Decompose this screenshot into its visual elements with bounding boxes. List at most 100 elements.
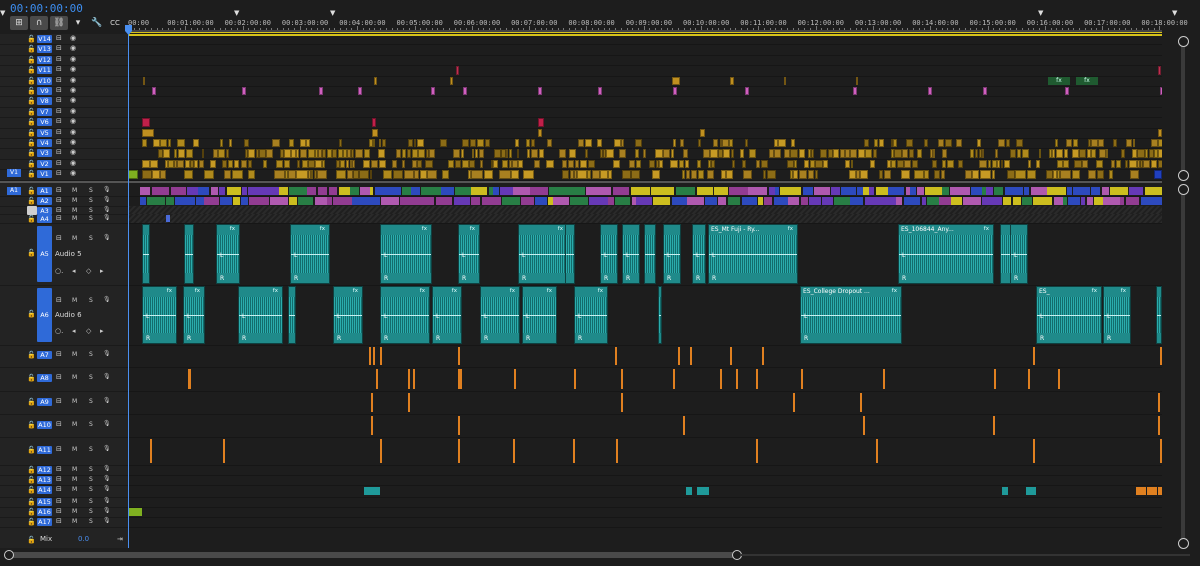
video-clip[interactable] bbox=[299, 139, 306, 148]
video-clip[interactable] bbox=[983, 87, 987, 96]
audio-clip-short[interactable] bbox=[686, 487, 692, 495]
prev-keyframe-icon[interactable]: ◂ bbox=[72, 327, 76, 335]
video-clip[interactable] bbox=[322, 149, 327, 158]
sync-lock-icon[interactable]: ⊟ bbox=[56, 497, 62, 505]
audio-clip-sfx[interactable] bbox=[408, 369, 410, 389]
video-clip[interactable] bbox=[395, 149, 401, 158]
video-clip[interactable] bbox=[982, 149, 985, 158]
audio-clip-sfx[interactable] bbox=[373, 347, 375, 365]
audio-clip[interactable]: ES_ fx L R bbox=[1036, 286, 1102, 344]
video-clip[interactable] bbox=[600, 170, 608, 179]
video-clip[interactable] bbox=[591, 170, 600, 179]
track-target-toggle[interactable]: A5 bbox=[37, 226, 52, 282]
audio-clip-strip[interactable] bbox=[585, 187, 601, 195]
video-clip[interactable] bbox=[352, 159, 355, 169]
video-clip[interactable] bbox=[791, 139, 796, 148]
video-clip[interactable] bbox=[584, 149, 589, 158]
solo-button[interactable]: S bbox=[89, 235, 93, 242]
audio-clip[interactable] bbox=[658, 286, 662, 344]
mute-button[interactable]: M bbox=[72, 197, 77, 204]
video-clip[interactable] bbox=[338, 139, 342, 148]
audio-clip-sfx[interactable] bbox=[863, 416, 865, 435]
video-clip[interactable] bbox=[722, 139, 729, 148]
playhead-timecode[interactable]: 00:00:00:00 bbox=[10, 2, 83, 15]
audio-clip-strip[interactable] bbox=[170, 187, 186, 195]
video-clip[interactable] bbox=[786, 159, 794, 169]
audio-clip[interactable]: LR bbox=[600, 224, 618, 284]
video-clip[interactable] bbox=[567, 159, 575, 169]
track-target-toggle[interactable]: V10 bbox=[37, 76, 52, 85]
solo-button[interactable]: S bbox=[89, 466, 93, 473]
audio-clip-strip[interactable] bbox=[614, 197, 622, 205]
video-clip[interactable] bbox=[814, 170, 818, 179]
video-clip[interactable] bbox=[538, 149, 545, 158]
audio-clip-sfx[interactable] bbox=[736, 369, 738, 389]
audio-clip-sfx[interactable] bbox=[413, 369, 415, 389]
track-target-toggle[interactable]: V6 bbox=[37, 118, 52, 127]
audio-clip-strip[interactable] bbox=[317, 187, 328, 195]
voiceover-mic-icon[interactable]: 🎙 bbox=[103, 420, 111, 427]
audio-clip-sfx[interactable] bbox=[1033, 347, 1035, 365]
video-clip[interactable] bbox=[516, 149, 519, 158]
sync-lock-icon[interactable]: ⊟ bbox=[56, 55, 62, 63]
solo-button[interactable]: S bbox=[89, 498, 93, 505]
audio-clip[interactable]: LR bbox=[622, 224, 640, 284]
video-clip[interactable] bbox=[1132, 139, 1135, 148]
video-clip[interactable] bbox=[460, 149, 465, 158]
next-keyframe-icon[interactable]: ▸ bbox=[100, 267, 104, 275]
video-clip[interactable] bbox=[865, 149, 873, 158]
eye-icon[interactable]: ◉ bbox=[70, 44, 76, 52]
video-clip[interactable] bbox=[518, 159, 524, 169]
video-clip[interactable] bbox=[461, 159, 469, 169]
keyframe-options-icon[interactable]: ○. bbox=[55, 327, 63, 335]
video-clip[interactable] bbox=[845, 149, 850, 158]
video-clip[interactable] bbox=[299, 149, 308, 158]
eye-icon[interactable]: ◉ bbox=[70, 96, 76, 104]
video-clip[interactable] bbox=[760, 159, 769, 169]
video-clip[interactable] bbox=[979, 159, 987, 169]
track-target-toggle[interactable]: A16 bbox=[37, 508, 52, 516]
video-clip[interactable] bbox=[916, 149, 923, 158]
video-clip[interactable] bbox=[511, 170, 520, 179]
video-clip[interactable] bbox=[619, 149, 627, 158]
video-clip[interactable] bbox=[369, 170, 373, 179]
voiceover-mic-icon[interactable]: 🎙 bbox=[103, 465, 111, 472]
video-clip[interactable] bbox=[957, 159, 963, 169]
audio-vscroll-bottom[interactable] bbox=[1178, 538, 1189, 549]
solo-button[interactable]: S bbox=[89, 207, 93, 214]
audio-clip-strip[interactable] bbox=[857, 187, 863, 195]
video-clip[interactable] bbox=[803, 159, 810, 169]
video-clip[interactable] bbox=[798, 149, 805, 158]
audio-clip-strip[interactable] bbox=[1073, 187, 1091, 195]
track-target-toggle[interactable]: A14 bbox=[37, 486, 52, 494]
video-clip[interactable] bbox=[461, 139, 470, 148]
audio-clip-strip[interactable] bbox=[813, 187, 830, 195]
video-clip[interactable] bbox=[849, 170, 856, 179]
video-clip[interactable] bbox=[1015, 170, 1026, 179]
video-clip[interactable] bbox=[498, 170, 511, 179]
audio-clip-strip[interactable] bbox=[1067, 187, 1072, 195]
ruler-marker-icon[interactable]: ▼ bbox=[0, 9, 5, 17]
audio-clip-strip[interactable] bbox=[534, 197, 547, 205]
video-clip[interactable] bbox=[648, 159, 656, 169]
audio-clip-strip[interactable] bbox=[904, 197, 921, 205]
voiceover-mic-icon[interactable]: 🎙 bbox=[103, 296, 111, 303]
track-target-toggle[interactable]: V5 bbox=[37, 128, 52, 137]
video-clip[interactable] bbox=[318, 149, 322, 158]
audio-clip-sfx[interactable] bbox=[380, 347, 382, 365]
voiceover-mic-icon[interactable]: 🎙 bbox=[103, 485, 111, 492]
audio-clip-strip[interactable] bbox=[197, 187, 210, 195]
audio-clip-strip[interactable] bbox=[636, 197, 653, 205]
audio-clip-sfx[interactable] bbox=[458, 416, 460, 435]
sync-lock-icon[interactable]: ⊟ bbox=[56, 507, 62, 515]
audio-clip[interactable]: LR bbox=[663, 224, 681, 284]
video-clip[interactable] bbox=[1131, 149, 1137, 158]
video-clip[interactable] bbox=[1071, 170, 1080, 179]
eye-icon[interactable]: ◉ bbox=[70, 65, 76, 73]
video-clip[interactable] bbox=[411, 159, 417, 169]
video-clip[interactable] bbox=[598, 87, 602, 96]
video-clip[interactable] bbox=[143, 76, 145, 85]
audio-clip-strip[interactable] bbox=[204, 197, 219, 205]
audio-clip-strip[interactable] bbox=[718, 197, 727, 205]
video-clip[interactable] bbox=[672, 76, 680, 85]
